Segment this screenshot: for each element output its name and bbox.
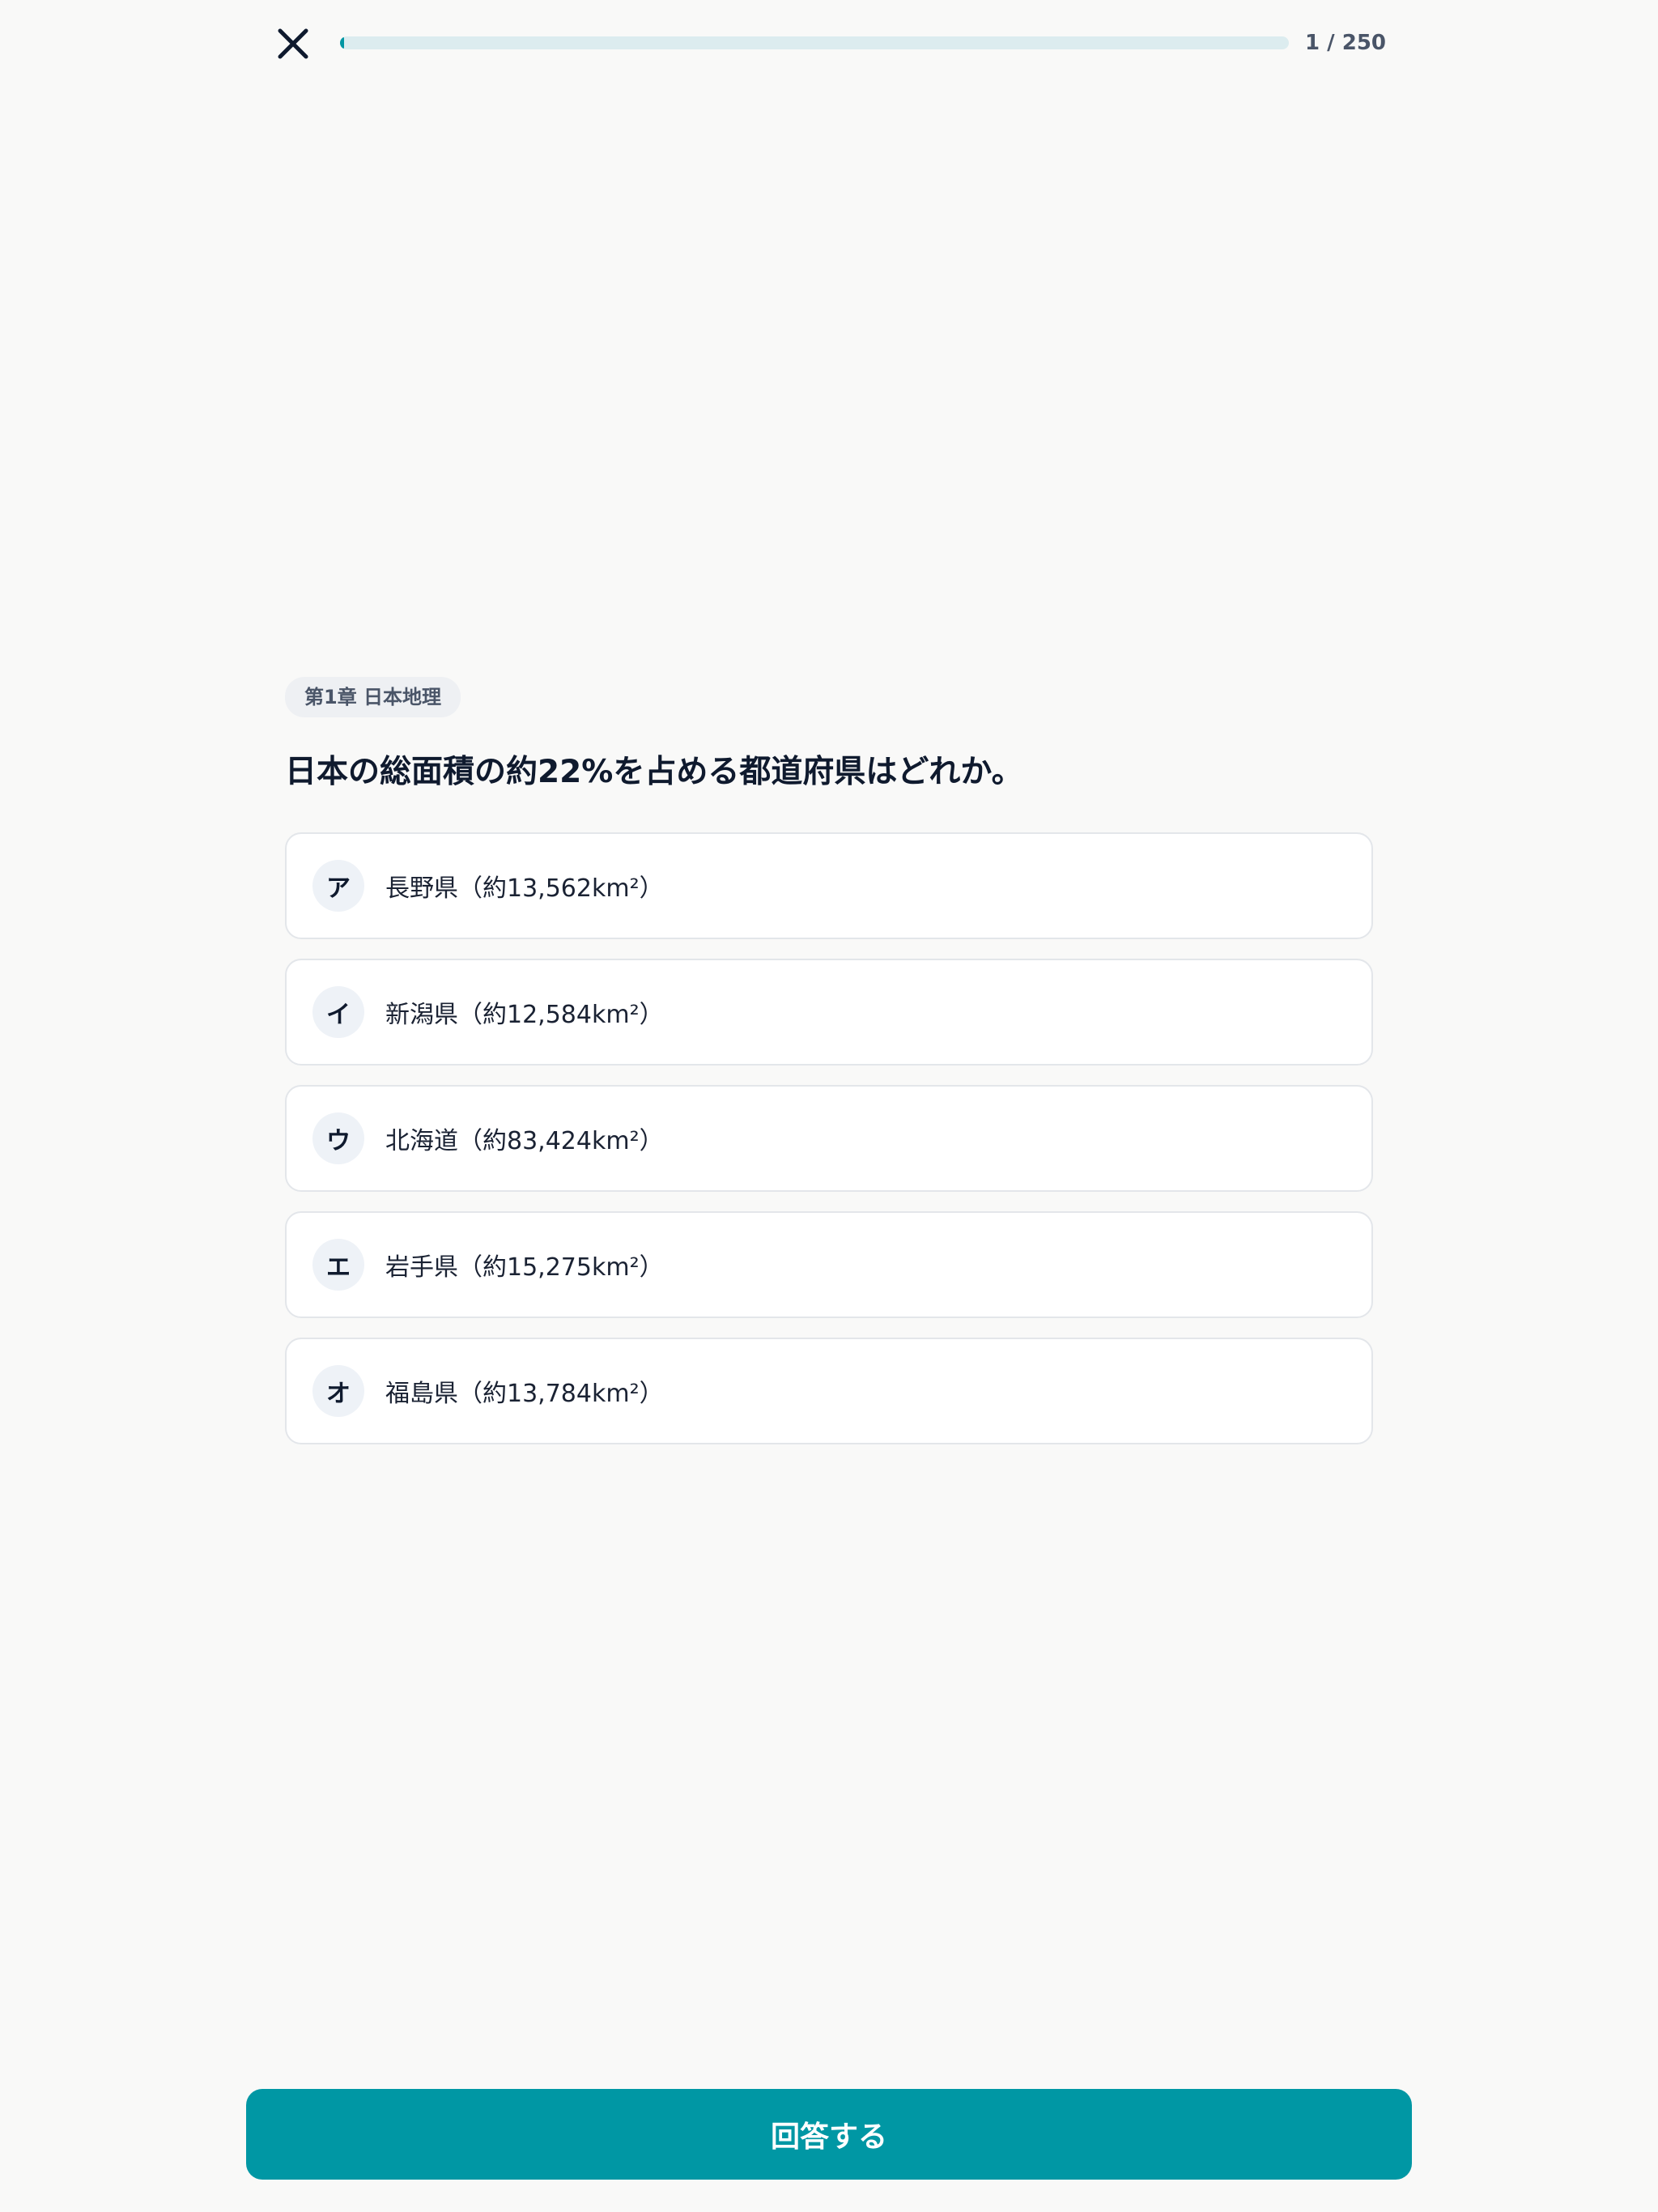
progress-count: 1 / 250 bbox=[1305, 31, 1386, 55]
quiz-header: 1 / 250 bbox=[0, 0, 1658, 89]
close-button[interactable] bbox=[272, 23, 314, 65]
answer-option-i[interactable]: イ 新潟県（約12,584km²） bbox=[285, 959, 1373, 1066]
option-letter-badge: オ bbox=[312, 1365, 364, 1417]
option-letter-badge: ウ bbox=[312, 1112, 364, 1164]
chapter-badge: 第1章 日本地理 bbox=[285, 677, 461, 717]
close-icon bbox=[278, 28, 308, 59]
submit-answer-button[interactable]: 回答する bbox=[246, 2089, 1412, 2180]
answer-option-a[interactable]: ア 長野県（約13,562km²） bbox=[285, 832, 1373, 939]
answer-option-u[interactable]: ウ 北海道（約83,424km²） bbox=[285, 1085, 1373, 1192]
quiz-footer: 回答する bbox=[0, 2057, 1658, 2212]
question-text: 日本の総面積の約22%を占める都道府県はどれか。 bbox=[285, 754, 1023, 790]
option-label: 新潟県（約12,584km²） bbox=[385, 1001, 664, 1029]
option-label: 岩手県（約15,275km²） bbox=[385, 1253, 664, 1282]
answer-option-e[interactable]: エ 岩手県（約15,275km²） bbox=[285, 1211, 1373, 1318]
answer-options: ア 長野県（約13,562km²） イ 新潟県（約12,584km²） ウ 北海… bbox=[285, 832, 1373, 1444]
option-label: 福島県（約13,784km²） bbox=[385, 1380, 664, 1408]
option-label: 長野県（約13,562km²） bbox=[385, 874, 664, 903]
option-label: 北海道（約83,424km²） bbox=[385, 1127, 664, 1155]
answer-option-o[interactable]: オ 福島県（約13,784km²） bbox=[285, 1338, 1373, 1444]
question-area: 第1章 日本地理 日本の総面積の約22%を占める都道府県はどれか。 ア 長野県（… bbox=[285, 677, 1373, 1464]
option-letter-badge: ア bbox=[312, 860, 364, 912]
option-letter-badge: エ bbox=[312, 1239, 364, 1291]
progress-bar bbox=[340, 36, 1289, 49]
option-letter-badge: イ bbox=[312, 986, 364, 1038]
progress-bar-fill bbox=[340, 36, 344, 49]
